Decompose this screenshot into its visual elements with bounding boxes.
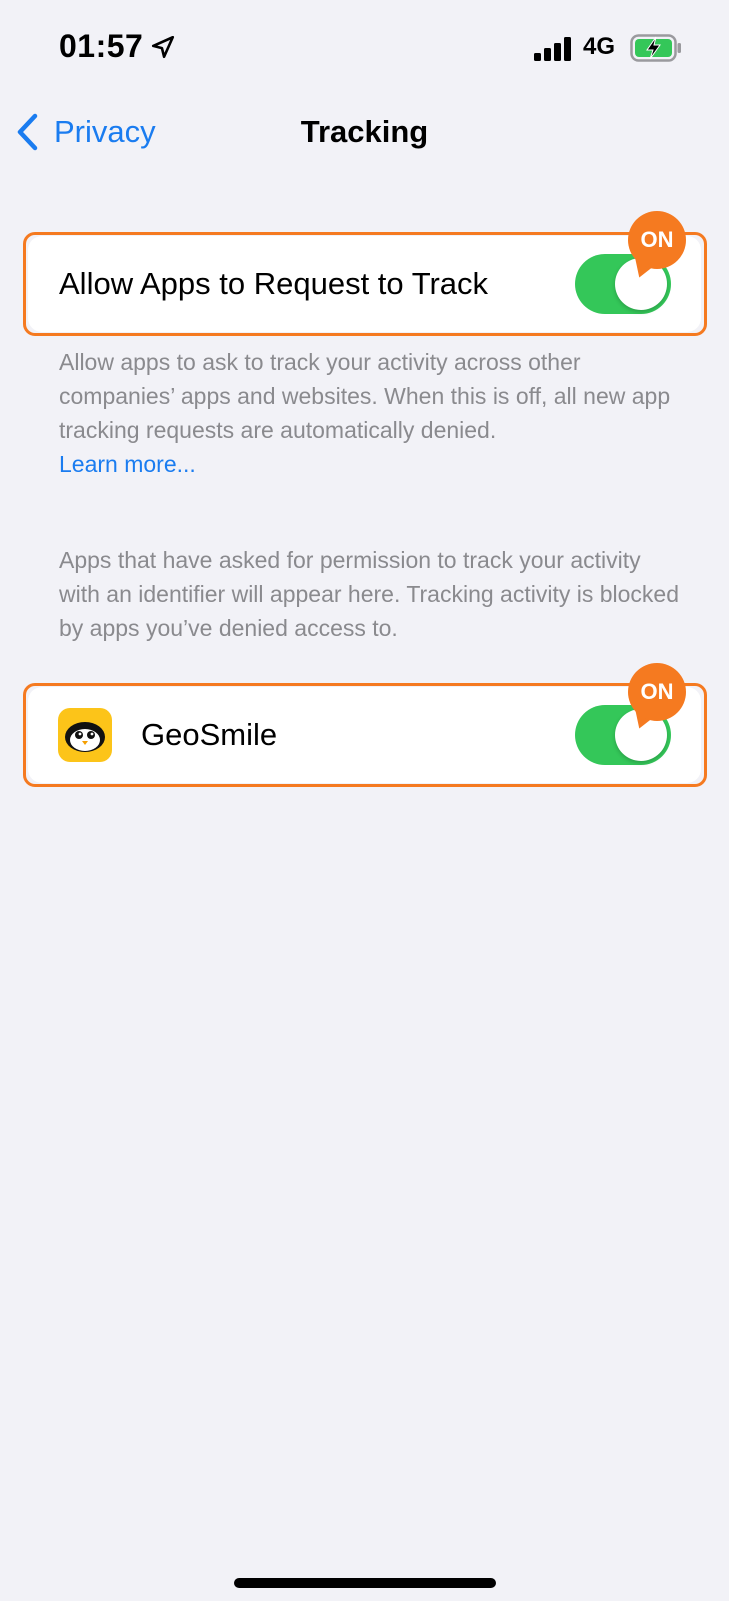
allow-tracking-description-text: Allow apps to ask to track your activity… (59, 349, 671, 443)
battery-charging-icon (630, 34, 681, 62)
highlight-frame (23, 232, 707, 336)
status-bar: 01:57 4G (0, 0, 729, 96)
apps-description: Apps that have asked for permission to t… (59, 547, 680, 641)
status-badge: ON (628, 663, 686, 721)
allow-tracking-description: Allow apps to ask to track your activity… (59, 345, 679, 481)
status-badge: ON (628, 211, 686, 269)
location-arrow-icon (151, 35, 175, 59)
highlight-frame (23, 683, 707, 787)
network-type: 4G (583, 33, 616, 60)
status-time: 01:57 (59, 28, 144, 64)
home-indicator[interactable] (234, 1578, 496, 1588)
navigation-bar: Privacy Tracking (0, 96, 729, 166)
learn-more-link[interactable]: Learn more... (59, 451, 196, 477)
page-title: Tracking (300, 114, 429, 149)
cellular-signal-icon (534, 37, 571, 61)
